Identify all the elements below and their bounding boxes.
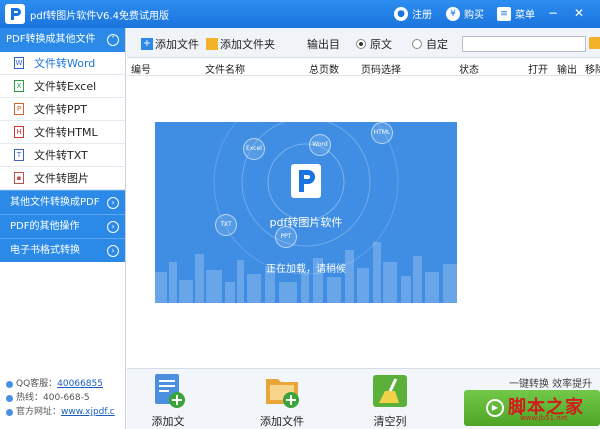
cart-icon: ¥ (446, 6, 460, 21)
image-icon: ▪ (14, 172, 24, 184)
column-header-filename: 文件名称 (205, 65, 245, 76)
user-icon: ● (394, 6, 408, 21)
file-table-header: 编号 文件名称 总页数 页码选择 状态 打开 输出 移除 (127, 58, 600, 76)
column-header-output: 输出 (557, 65, 577, 76)
word-bubble-icon: Word (309, 134, 331, 156)
sidebar-item-ppt[interactable]: P 文件转PPT (0, 98, 125, 121)
bottom-clear-list-button[interactable]: 清空列 (371, 373, 409, 429)
add-file-icon: + (141, 38, 153, 50)
sidebar-item-txt[interactable]: T 文件转TXT (0, 144, 125, 167)
title-bar: pdf转图片软件V6.4免费试用版 ● 注册 ¥ 购买 ≡ 菜单 − ✕ (0, 0, 600, 28)
splash-background (155, 122, 457, 303)
sidebar-header-pdf-to-other[interactable]: PDF转换成其他文件 ˅ (0, 28, 125, 52)
html-icon: H (14, 126, 24, 138)
sidebar: PDF转换成其他文件 ˅ W 文件转Word X 文件转Excel P 文件转P… (0, 28, 126, 429)
qq-support-row: QQ客服： 40066855 (6, 377, 115, 391)
chevron-right-icon: › (107, 245, 119, 257)
sidebar-item-word[interactable]: W 文件转Word (0, 52, 125, 75)
html-bubble-icon: HTML (371, 122, 393, 144)
watermark-url: www.jb51.net (520, 414, 568, 422)
loading-message: 正在加载，请稍候 (266, 264, 346, 275)
bottom-add-file-button[interactable]: 添加文 (149, 373, 187, 429)
register-button[interactable]: ● 注册 (394, 6, 432, 21)
website-link[interactable]: www.xjpdf.c (61, 405, 115, 419)
output-path-input[interactable] (462, 36, 586, 52)
column-header-index: 编号 (131, 65, 151, 76)
radio-source-dir[interactable]: 原文 (356, 36, 392, 52)
chevron-right-icon: › (107, 221, 119, 233)
txt-icon: T (14, 149, 24, 161)
one-click-slogan: 一键转换 效率提升 (509, 379, 593, 390)
file-list-area: Excel Word TXT PPT HTML pdf转图片软件 正在加载，请稍… (127, 76, 600, 368)
loading-splash: Excel Word TXT PPT HTML pdf转图片软件 正在加载，请稍… (155, 122, 457, 303)
sidebar-section-other-to-pdf[interactable]: 其他文件转换成PDF › (0, 190, 125, 214)
play-icon: ▶ (486, 399, 504, 417)
column-header-remove: 移除 (585, 65, 600, 76)
contact-info: QQ客服： 40066855 热线： 400-668-5 官方网址： www.x… (6, 377, 115, 419)
chevron-right-icon: › (107, 197, 119, 209)
browse-folder-icon[interactable] (589, 37, 600, 49)
minimize-icon[interactable]: − (546, 6, 560, 20)
folder-icon (206, 38, 218, 50)
sidebar-item-excel[interactable]: X 文件转Excel (0, 75, 125, 98)
radio-checked-icon (356, 39, 366, 49)
qq-icon (6, 380, 13, 388)
column-header-pages: 总页数 (309, 65, 339, 76)
toolbar: + 添加文件 添加文件夹 输出目 原文 自定 (127, 28, 600, 58)
radio-custom-dir[interactable]: 自定 (412, 36, 448, 52)
sidebar-item-html[interactable]: H 文件转HTML (0, 121, 125, 144)
bottom-bar: 添加文 添加文件 清空列 一键转换 效率提升 ▶ 脚本之家 www.jb51.n… (127, 368, 600, 429)
radio-unchecked-icon (412, 39, 422, 49)
add-folder-button[interactable]: 添加文件夹 (206, 36, 275, 52)
globe-icon (6, 408, 13, 416)
app-logo-icon (5, 4, 25, 24)
qq-link[interactable]: 40066855 (57, 377, 103, 391)
broom-icon (371, 373, 409, 409)
sidebar-section-ebook-convert[interactable]: 电子书格式转换 › (0, 238, 125, 262)
bottom-add-folder-button[interactable]: 添加文件 (260, 373, 304, 429)
add-file-button[interactable]: + 添加文件 (141, 36, 199, 52)
menu-icon: ≡ (497, 6, 511, 21)
buy-button[interactable]: ¥ 购买 (446, 6, 484, 21)
phone-icon (6, 394, 13, 402)
output-dir-label: 输出目 (307, 38, 340, 51)
add-file-large-icon (149, 373, 187, 409)
column-header-status: 状态 (459, 65, 479, 76)
hotline-row: 热线： 400-668-5 (6, 391, 115, 405)
menu-button[interactable]: ≡ 菜单 (497, 6, 535, 21)
excel-bubble-icon: Excel (243, 138, 265, 160)
column-header-page-select: 页码选择 (361, 65, 401, 76)
website-row: 官方网址： www.xjpdf.c (6, 405, 115, 419)
chevron-down-icon: ˅ (107, 34, 119, 46)
splash-title: pdf转图片软件 (269, 216, 343, 229)
add-folder-large-icon (263, 373, 301, 409)
close-icon[interactable]: ✕ (572, 6, 586, 20)
ppt-icon: P (14, 103, 24, 115)
word-icon: W (14, 57, 24, 69)
window-title: pdf转图片软件V6.4免费试用版 (30, 11, 169, 22)
start-convert-button[interactable]: ▶ 脚本之家 www.jb51.net (464, 390, 600, 426)
sidebar-section-pdf-operations[interactable]: PDF的其他操作 › (0, 214, 125, 238)
excel-icon: X (14, 80, 24, 92)
sidebar-item-image[interactable]: ▪ 文件转图片 (0, 167, 125, 190)
column-header-open: 打开 (528, 65, 548, 76)
